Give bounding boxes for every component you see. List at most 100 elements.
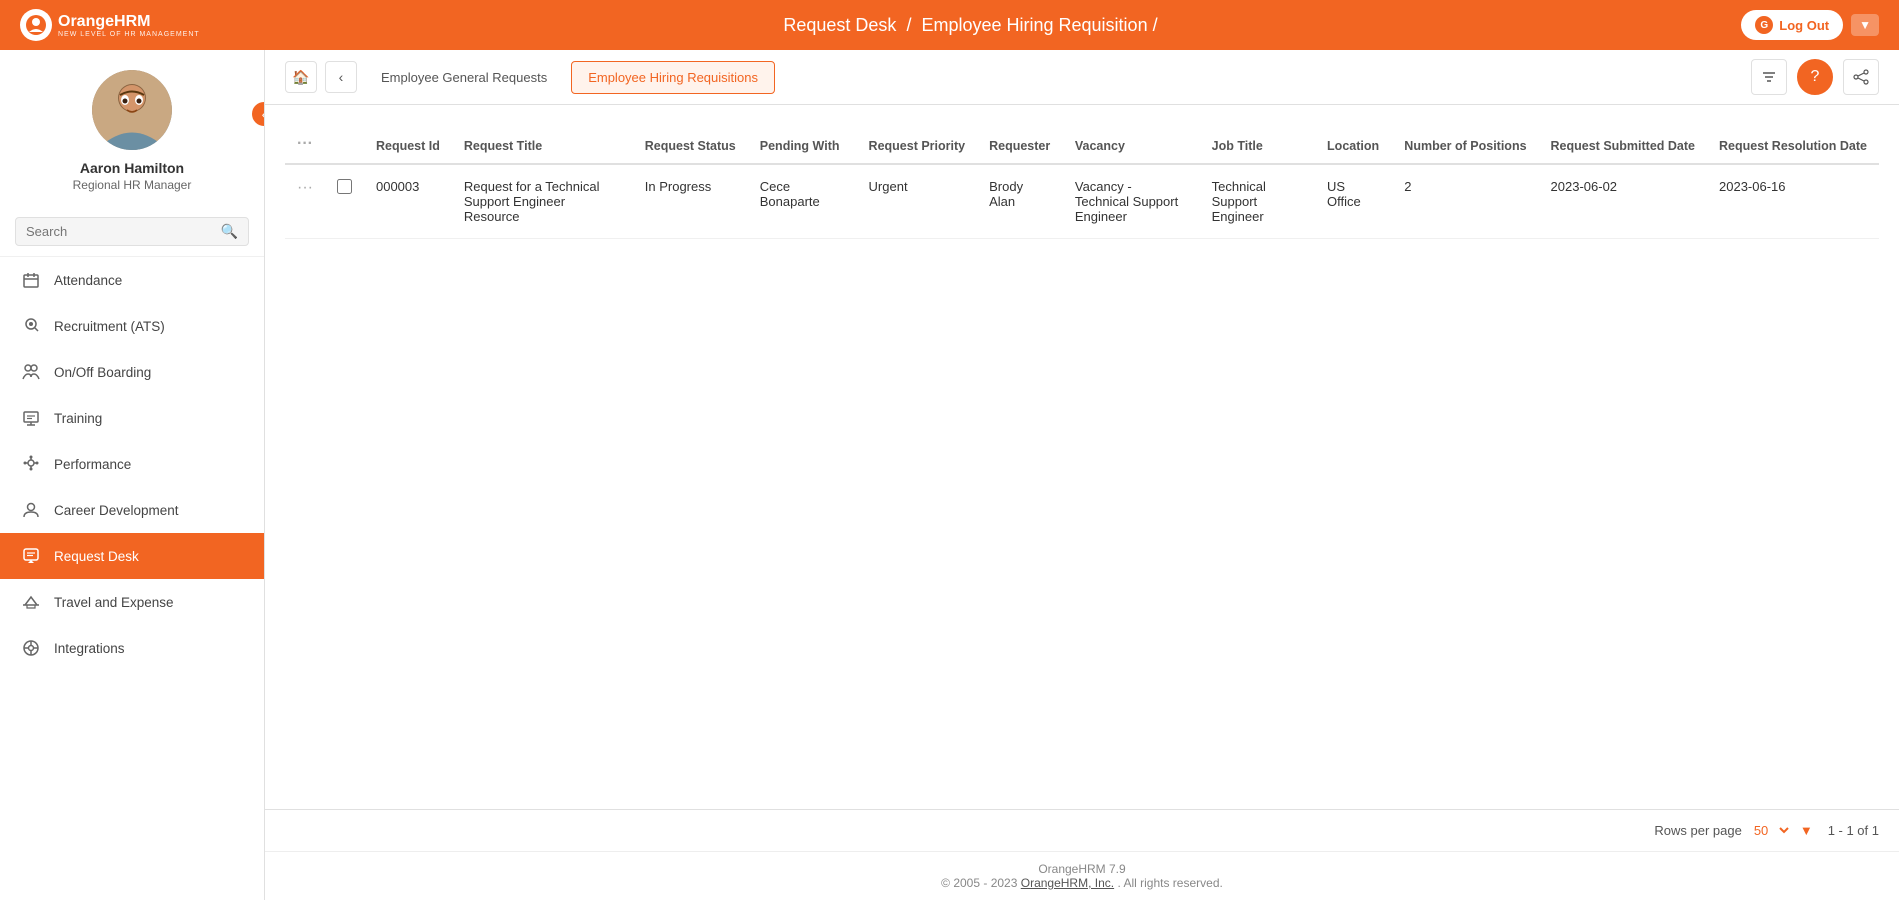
col-request-title: Request Title — [452, 125, 633, 164]
sidebar-toggle[interactable]: ‹ — [250, 100, 265, 128]
pagination-area: Rows per page 50 25 100 ▼ 1 - 1 of 1 — [265, 809, 1899, 851]
sidebar-item-career[interactable]: Career Development — [0, 487, 264, 533]
cell-submitted-date: 2023-06-02 — [1539, 164, 1707, 239]
breadcrumb-sep1: / — [906, 15, 911, 35]
cell-pending-with: Cece Bonaparte — [748, 164, 857, 239]
sidebar-item-recruitment[interactable]: Recruitment (ATS) — [0, 303, 264, 349]
row-checkbox[interactable] — [337, 179, 352, 194]
sidebar-item-travel[interactable]: Travel and Expense — [0, 579, 264, 625]
footer-copyright: © 2005 - 2023 — [941, 876, 1017, 890]
sidebar-item-training[interactable]: Training — [0, 395, 264, 441]
header-logo-text: OrangeHRM NEW LEVEL OF HR MANAGEMENT — [58, 13, 200, 38]
home-button[interactable]: 🏠 — [285, 61, 317, 93]
table-header-row: ··· Request Id Request Title Request Sta… — [285, 125, 1879, 164]
cell-job-title: Technical Support Engineer — [1200, 164, 1315, 239]
col-checkbox — [325, 125, 364, 164]
row-three-dots[interactable]: ··· — [297, 179, 313, 196]
sidebar-item-label: On/Off Boarding — [54, 365, 151, 380]
google-icon: G — [1755, 16, 1773, 34]
travel-icon — [20, 591, 42, 613]
breadcrumb: Request Desk / Employee Hiring Requisiti… — [783, 15, 1157, 36]
performance-icon — [20, 453, 42, 475]
col-request-id: Request Id — [364, 125, 452, 164]
col-dots: ··· — [285, 125, 325, 164]
help-button[interactable]: ? — [1797, 59, 1833, 95]
cell-request-status: In Progress — [633, 164, 748, 239]
sidebar-item-onboarding[interactable]: On/Off Boarding — [0, 349, 264, 395]
sidebar-item-attendance[interactable]: Attendance — [0, 257, 264, 303]
rows-per-page-select[interactable]: 50 25 100 — [1750, 822, 1792, 839]
col-requester: Requester — [977, 125, 1063, 164]
tab-hiring-requisitions[interactable]: Employee Hiring Requisitions — [571, 61, 775, 94]
sidebar-item-integrations[interactable]: Integrations — [0, 625, 264, 671]
cell-request-title: Request for a Technical Support Engineer… — [452, 164, 633, 239]
cell-resolution-date: 2023-06-16 — [1707, 164, 1879, 239]
sidebar: ‹ Aaron Ha — [0, 50, 265, 900]
search-wrapper: 🔍 — [15, 217, 249, 246]
logout-dropdown-button[interactable]: ▼ — [1851, 14, 1879, 36]
breadcrumb-page: Employee Hiring Requisition / — [921, 15, 1157, 35]
sidebar-search-area: 🔍 — [0, 207, 264, 257]
breadcrumb-base: Request Desk — [783, 15, 896, 35]
rows-per-page: Rows per page 50 25 100 ▼ — [1654, 822, 1812, 839]
three-dots[interactable]: ··· — [297, 135, 313, 152]
col-location: Location — [1315, 125, 1392, 164]
header-logo: OrangeHRM NEW LEVEL OF HR MANAGEMENT — [20, 9, 200, 41]
sub-header-actions: ? — [1751, 59, 1879, 95]
sidebar-item-label: Integrations — [54, 641, 125, 656]
sidebar-item-label: Career Development — [54, 503, 179, 518]
footer-version: OrangeHRM 7.9 — [1038, 862, 1125, 876]
content-area: 🏠 ‹ Employee General Requests Employee H… — [265, 50, 1899, 900]
logo-circle — [20, 9, 52, 41]
table-container: ··· Request Id Request Title Request Sta… — [265, 105, 1899, 809]
cell-requester: Brody Alan — [977, 164, 1063, 239]
rows-per-page-label: Rows per page — [1654, 823, 1741, 838]
footer-rights: . All rights reserved. — [1117, 876, 1222, 890]
career-icon — [20, 499, 42, 521]
cell-dots: ··· — [285, 164, 325, 239]
back-button[interactable]: ‹ — [325, 61, 357, 93]
footer-company: OrangeHRM, Inc. — [1021, 876, 1114, 890]
training-icon — [20, 407, 42, 429]
share-button[interactable] — [1843, 59, 1879, 95]
table-row: ··· 000003 Request for a Technical Suppo… — [285, 164, 1879, 239]
col-submitted-date: Request Submitted Date — [1539, 125, 1707, 164]
cell-location: US Office — [1315, 164, 1392, 239]
sidebar-item-label: Attendance — [54, 273, 122, 288]
col-pending-with: Pending With — [748, 125, 857, 164]
sidebar-nav: Attendance Recruitment (ATS) On/Off Boar… — [0, 257, 264, 671]
sidebar-item-requestdesk[interactable]: Request Desk — [0, 533, 264, 579]
user-role: Regional HR Manager — [73, 178, 192, 192]
sidebar-item-label: Travel and Expense — [54, 595, 174, 610]
col-resolution-date: Request Resolution Date — [1707, 125, 1879, 164]
tab-general-label: Employee General Requests — [381, 70, 547, 85]
header-actions: G Log Out ▼ — [1741, 10, 1879, 40]
sidebar-item-label: Training — [54, 411, 102, 426]
col-vacancy: Vacancy — [1063, 125, 1200, 164]
cell-positions: 2 — [1392, 164, 1538, 239]
tab-general-requests[interactable]: Employee General Requests — [365, 62, 563, 93]
tab-hiring-label: Employee Hiring Requisitions — [588, 70, 758, 85]
user-name: Aaron Hamilton — [80, 160, 184, 176]
col-job-title: Job Title — [1200, 125, 1315, 164]
logout-button[interactable]: G Log Out — [1741, 10, 1843, 40]
sidebar-item-performance[interactable]: Performance — [0, 441, 264, 487]
sub-header: 🏠 ‹ Employee General Requests Employee H… — [265, 50, 1899, 105]
content-footer: OrangeHRM 7.9 © 2005 - 2023 OrangeHRM, I… — [265, 851, 1899, 900]
avatar — [92, 70, 172, 150]
search-icon: 🔍 — [221, 223, 238, 240]
col-positions: Number of Positions — [1392, 125, 1538, 164]
sub-header-nav: 🏠 ‹ Employee General Requests Employee H… — [285, 61, 775, 94]
attendance-icon — [20, 269, 42, 291]
search-input[interactable] — [26, 224, 221, 239]
col-request-status: Request Status — [633, 125, 748, 164]
onboarding-icon — [20, 361, 42, 383]
main-layout: ‹ Aaron Ha — [0, 50, 1899, 900]
filter-button[interactable] — [1751, 59, 1787, 95]
avatar-image — [92, 70, 172, 150]
footer-company-link[interactable]: OrangeHRM, Inc. — [1021, 876, 1114, 890]
cell-checkbox[interactable] — [325, 164, 364, 239]
requestdesk-icon — [20, 545, 42, 567]
recruitment-icon — [20, 315, 42, 337]
sidebar-profile: ‹ Aaron Ha — [0, 50, 264, 207]
